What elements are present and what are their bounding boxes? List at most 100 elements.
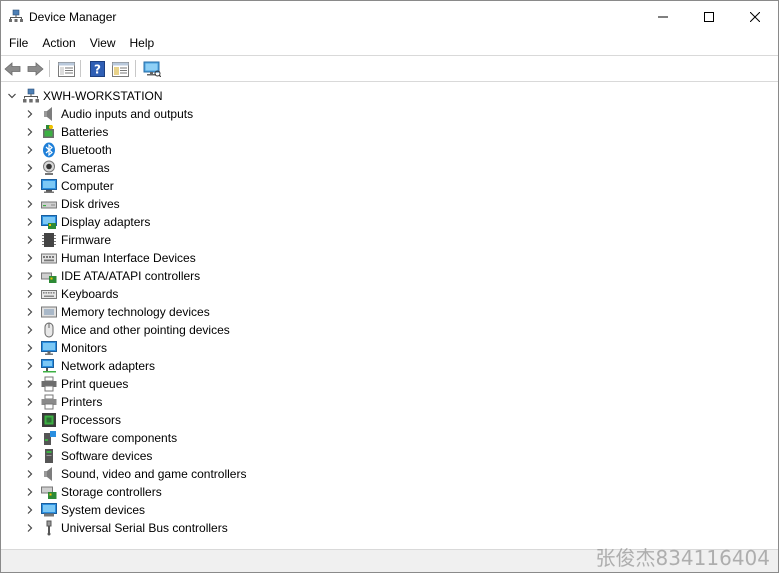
tree-item-monitors[interactable]: Monitors xyxy=(23,339,107,357)
bluetooth-icon xyxy=(41,142,57,158)
tree-item-label: Keyboards xyxy=(61,287,119,301)
expand-chevron-icon[interactable] xyxy=(23,141,37,159)
tree-item-processors[interactable]: Processors xyxy=(23,411,121,429)
back-button[interactable] xyxy=(3,59,23,79)
computer-tree-icon xyxy=(23,88,39,104)
tree-root-label: XWH-WORKSTATION xyxy=(43,89,163,103)
properties-list-icon xyxy=(57,61,75,77)
tree-item-software-devices[interactable]: Software devices xyxy=(23,447,152,465)
expand-chevron-icon[interactable] xyxy=(23,501,37,519)
help-button[interactable]: ? xyxy=(87,59,107,79)
storage-controller-icon xyxy=(41,484,57,500)
speaker-icon xyxy=(41,106,57,122)
toolbar: ? xyxy=(1,55,778,82)
maximize-button[interactable] xyxy=(686,1,732,32)
mouse-icon xyxy=(41,322,57,338)
expand-chevron-icon[interactable] xyxy=(23,267,37,285)
minimize-icon xyxy=(658,16,668,17)
collapse-chevron-icon[interactable] xyxy=(5,87,19,105)
tree-item-computer[interactable]: Computer xyxy=(23,177,114,195)
expand-chevron-icon[interactable] xyxy=(23,429,37,447)
menu-help[interactable]: Help xyxy=(123,32,162,54)
expand-chevron-icon[interactable] xyxy=(23,375,37,393)
tree-item-label: Computer xyxy=(61,179,114,193)
expand-chevron-icon[interactable] xyxy=(23,357,37,375)
keyboard-icon xyxy=(41,286,57,302)
device-manager-window: Device Manager File Action View Help ? X… xyxy=(0,0,779,573)
tree-item-label: Storage controllers xyxy=(61,485,162,499)
tree-item-label: Bluetooth xyxy=(61,143,112,157)
tree-item-hid[interactable]: Human Interface Devices xyxy=(23,249,196,267)
tree-item-storage-controllers[interactable]: Storage controllers xyxy=(23,483,162,501)
expand-chevron-icon[interactable] xyxy=(23,105,37,123)
expand-chevron-icon[interactable] xyxy=(23,285,37,303)
show-hide-console-tree-button[interactable] xyxy=(110,59,130,79)
tree-item-audio-inputs[interactable]: Audio inputs and outputs xyxy=(23,105,193,123)
expand-chevron-icon[interactable] xyxy=(23,519,37,537)
tree-item-label: Universal Serial Bus controllers xyxy=(61,521,228,535)
tree-item-sound-controllers[interactable]: Sound, video and game controllers xyxy=(23,465,246,483)
tree-item-label: Network adapters xyxy=(61,359,156,373)
tree-item-print-queues[interactable]: Print queues xyxy=(23,375,128,393)
software-component-icon xyxy=(41,430,57,446)
back-arrow-icon xyxy=(4,62,21,76)
minimize-button[interactable] xyxy=(640,1,686,32)
tree-item-system-devices[interactable]: System devices xyxy=(23,501,145,519)
menu-view[interactable]: View xyxy=(83,32,123,54)
close-button[interactable] xyxy=(732,1,778,32)
forward-button[interactable] xyxy=(25,59,45,79)
firmware-icon xyxy=(41,232,57,248)
title-bar[interactable]: Device Manager xyxy=(1,1,778,32)
network-adapter-icon xyxy=(41,358,57,374)
properties-button[interactable] xyxy=(56,59,76,79)
tree-item-keyboards[interactable]: Keyboards xyxy=(23,285,118,303)
expand-chevron-icon[interactable] xyxy=(23,195,37,213)
tree-item-mice[interactable]: Mice and other pointing devices xyxy=(23,321,230,339)
expand-chevron-icon[interactable] xyxy=(23,123,37,141)
tree-item-usb-controllers[interactable]: Universal Serial Bus controllers xyxy=(23,519,228,537)
tree-root[interactable]: XWH-WORKSTATION xyxy=(5,87,163,105)
forward-arrow-icon xyxy=(27,62,44,76)
expand-chevron-icon[interactable] xyxy=(23,465,37,483)
print-queue-icon xyxy=(41,376,57,392)
expand-chevron-icon[interactable] xyxy=(23,213,37,231)
tree-item-disk-drives[interactable]: Disk drives xyxy=(23,195,120,213)
expand-chevron-icon[interactable] xyxy=(23,249,37,267)
scan-hardware-button[interactable] xyxy=(142,59,162,79)
expand-chevron-icon[interactable] xyxy=(23,231,37,249)
tree-item-firmware[interactable]: Firmware xyxy=(23,231,111,249)
tree-item-software-components[interactable]: Software components xyxy=(23,429,177,447)
close-icon xyxy=(750,11,760,22)
tree-item-network-adapters[interactable]: Network adapters xyxy=(23,357,155,375)
sound-controller-icon xyxy=(41,466,57,482)
usb-icon xyxy=(41,520,57,536)
tree-item-batteries[interactable]: Batteries xyxy=(23,123,108,141)
tree-item-memory-technology[interactable]: Memory technology devices xyxy=(23,303,210,321)
expand-chevron-icon[interactable] xyxy=(23,411,37,429)
expand-chevron-icon[interactable] xyxy=(23,177,37,195)
expand-chevron-icon[interactable] xyxy=(23,339,37,357)
tree-item-label: Batteries xyxy=(61,125,109,139)
tree-item-ide-controllers[interactable]: IDE ATA/ATAPI controllers xyxy=(23,267,200,285)
expand-chevron-icon[interactable] xyxy=(23,321,37,339)
expand-chevron-icon[interactable] xyxy=(23,447,37,465)
computer-icon xyxy=(41,178,57,194)
toolbar-separator xyxy=(49,60,50,77)
menu-file[interactable]: File xyxy=(1,32,35,54)
tree-item-label: Memory technology devices xyxy=(61,305,210,319)
expand-chevron-icon[interactable] xyxy=(23,393,37,411)
expand-chevron-icon[interactable] xyxy=(23,303,37,321)
tree-item-bluetooth[interactable]: Bluetooth xyxy=(23,141,112,159)
expand-chevron-icon[interactable] xyxy=(23,483,37,501)
disk-drive-icon xyxy=(41,196,57,212)
tree-item-label: IDE ATA/ATAPI controllers xyxy=(61,269,201,283)
expand-chevron-icon[interactable] xyxy=(23,159,37,177)
device-manager-app-icon xyxy=(9,9,23,23)
tree-item-display-adapters[interactable]: Display adapters xyxy=(23,213,150,231)
menu-action[interactable]: Action xyxy=(35,32,82,54)
tree-item-cameras[interactable]: Cameras xyxy=(23,159,110,177)
tree-item-printers[interactable]: Printers xyxy=(23,393,102,411)
ide-controller-icon xyxy=(41,268,57,284)
toolbar-separator xyxy=(135,60,136,77)
device-tree[interactable]: XWH-WORKSTATION Audio inputs and outputs… xyxy=(1,82,778,549)
